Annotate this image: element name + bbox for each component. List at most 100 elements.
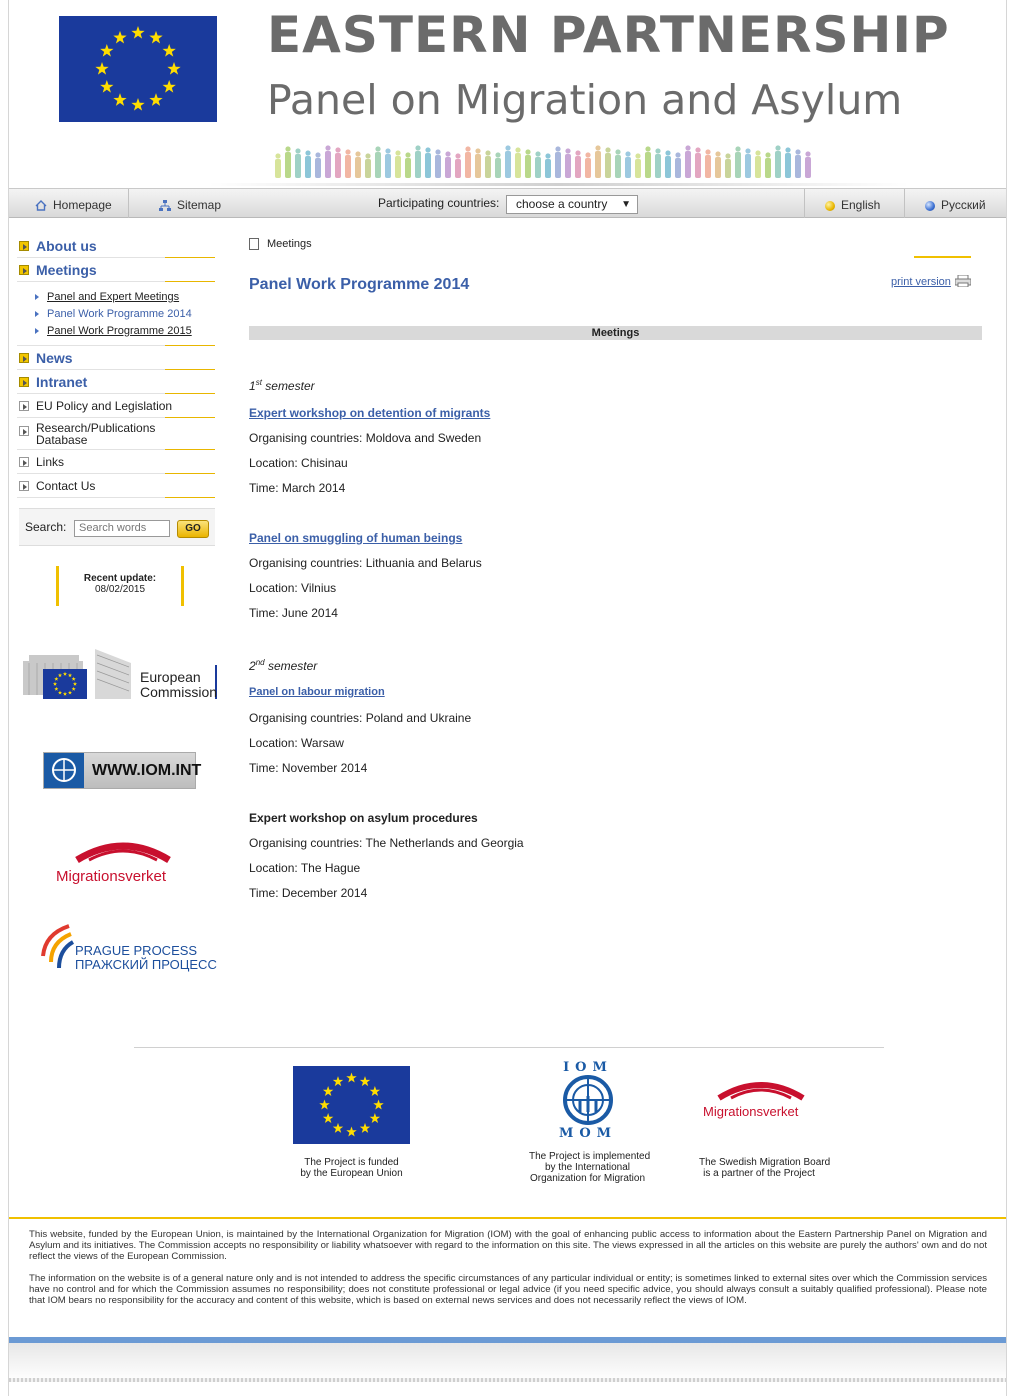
person-silhouette-head bbox=[605, 147, 611, 153]
meeting-location: Location: Chisinau bbox=[249, 456, 348, 470]
sidebar-subitem-work-programme-2014[interactable]: Panel Work Programme 2014 bbox=[17, 306, 215, 323]
iom-website-logo[interactable]: WWW.IOM.INT bbox=[43, 752, 201, 789]
disclaimer-top-border bbox=[9, 1217, 1006, 1219]
meeting-organisers: Organising countries: Lithuania and Bela… bbox=[249, 556, 482, 570]
breadcrumb-accent bbox=[914, 256, 971, 258]
person-silhouette-body bbox=[555, 152, 561, 178]
meeting-link-detention[interactable]: Expert workshop on detention of migrants bbox=[249, 406, 490, 420]
meeting-link-labour[interactable]: Panel on labour migration bbox=[249, 686, 385, 698]
person-silhouette-body bbox=[505, 151, 511, 178]
person-silhouette-body bbox=[565, 154, 571, 178]
person-silhouette-body bbox=[545, 159, 551, 178]
site-title: EASTERN PARTNERSHIP bbox=[267, 6, 950, 64]
country-select[interactable]: choose a country ▼ bbox=[506, 195, 638, 214]
prague-process-logo[interactable]: PRAGUE PROCESS ПРАЖСКИЙ ПРОЦЕСС bbox=[37, 922, 217, 978]
sidebar-item-eu-policy[interactable]: EU Policy and Legislation bbox=[17, 394, 215, 418]
sidebar-item-label: EU Policy and Legislation bbox=[36, 399, 173, 413]
print-version-link[interactable]: print version bbox=[891, 276, 951, 288]
person-silhouette-body bbox=[635, 159, 641, 178]
person-silhouette-head bbox=[545, 153, 551, 159]
footer-divider bbox=[134, 1047, 884, 1048]
bullet-arrow-icon bbox=[19, 426, 29, 436]
sidebar-item-contact-us[interactable]: Contact Us bbox=[17, 474, 215, 498]
page-title: Panel Work Programme 2014 bbox=[249, 276, 470, 293]
person-silhouette-head bbox=[745, 148, 751, 154]
person-silhouette-body bbox=[585, 158, 591, 178]
person-silhouette-body bbox=[485, 156, 491, 178]
iom-top-text: IOM bbox=[563, 1060, 613, 1075]
meeting-link-smuggling[interactable]: Panel on smuggling of human beings bbox=[249, 531, 462, 545]
person-silhouette-head bbox=[665, 150, 671, 156]
footer-migrationsverket-logo[interactable]: Migrationsverket bbox=[699, 1078, 823, 1124]
person-silhouette-head bbox=[595, 145, 601, 151]
sidebar-item-label: Links bbox=[36, 455, 65, 469]
sidebar-item-news[interactable]: News bbox=[17, 346, 215, 370]
footer-eu-flag-logo[interactable] bbox=[293, 1066, 410, 1144]
semester-suffix: nd bbox=[255, 658, 265, 667]
semester-number: 1 bbox=[249, 379, 256, 393]
person-silhouette-head bbox=[475, 148, 481, 154]
sidebar-item-label: Intranet bbox=[36, 374, 88, 390]
breadcrumb: Meetings bbox=[249, 238, 312, 251]
page: EASTERN PARTNERSHIP Panel on Migration a… bbox=[8, 0, 1007, 1396]
person-silhouette-head bbox=[585, 152, 591, 158]
person-silhouette-body bbox=[375, 152, 381, 178]
person-silhouette-head bbox=[715, 151, 721, 157]
person-silhouette-head bbox=[755, 150, 761, 156]
sitemap-link[interactable]: Sitemap bbox=[129, 189, 247, 218]
dropdown-arrow-icon: ▼ bbox=[621, 199, 631, 210]
search-input[interactable]: Search words bbox=[74, 520, 170, 537]
person-silhouette-head bbox=[765, 152, 771, 158]
person-silhouette-body bbox=[295, 154, 301, 178]
sidebar-subitem-work-programme-2015[interactable]: Panel Work Programme 2015 bbox=[17, 323, 215, 340]
meeting-title-asylum: Expert workshop on asylum procedures bbox=[249, 811, 478, 825]
semester-suffix: st bbox=[255, 378, 262, 387]
person-silhouette-body bbox=[785, 153, 791, 178]
person-silhouette-head bbox=[525, 149, 531, 155]
footer-grey-band bbox=[9, 1343, 1006, 1381]
footer-iom-logo[interactable]: IOM MOM bbox=[552, 1060, 624, 1141]
bullet-arrow-icon bbox=[19, 481, 29, 491]
person-silhouette-head bbox=[775, 145, 781, 151]
person-silhouette-body bbox=[455, 159, 461, 178]
person-silhouette-head bbox=[645, 146, 651, 152]
eu-flag-logo[interactable] bbox=[59, 16, 217, 122]
person-silhouette-head bbox=[315, 152, 321, 158]
sidebar-item-research-database[interactable]: Research/Publications Database bbox=[17, 418, 215, 450]
sidebar-item-about-us[interactable]: About us bbox=[17, 234, 215, 258]
semester-word: semester bbox=[267, 659, 318, 673]
iom-caption-line1: The Project is implemented bbox=[529, 1151, 651, 1162]
person-silhouette-body bbox=[465, 152, 471, 178]
person-silhouette-head bbox=[735, 146, 741, 152]
ec-logo-line1: European bbox=[140, 669, 201, 685]
person-silhouette-head bbox=[565, 148, 571, 154]
migrationsverket-caption: The Swedish Migration Board is a partner… bbox=[699, 1157, 830, 1179]
person-silhouette-head bbox=[365, 153, 371, 159]
person-silhouette-head bbox=[375, 146, 381, 152]
language-russian-link[interactable]: Русский bbox=[905, 189, 1006, 218]
sidebar-item-intranet[interactable]: Intranet bbox=[17, 370, 215, 394]
iom-globe-icon bbox=[44, 753, 84, 788]
homepage-link[interactable]: Homepage bbox=[9, 189, 129, 218]
language-english-link[interactable]: English bbox=[804, 189, 905, 218]
sidebar-item-label: News bbox=[36, 350, 73, 366]
site-header: EASTERN PARTNERSHIP Panel on Migration a… bbox=[9, 0, 1006, 188]
breadcrumb-label[interactable]: Meetings bbox=[267, 238, 312, 250]
sidebar-item-meetings[interactable]: Meetings bbox=[17, 258, 215, 282]
migrationsverket-logo[interactable]: Migrationsverket bbox=[53, 838, 193, 890]
european-commission-logo[interactable]: European Commission bbox=[21, 645, 219, 703]
search-go-button[interactable]: GO bbox=[177, 520, 209, 538]
meeting-time: Time: November 2014 bbox=[249, 761, 368, 775]
semester-number: 2 bbox=[249, 659, 256, 673]
person-silhouette-body bbox=[765, 158, 771, 178]
person-silhouette-head bbox=[415, 145, 421, 151]
person-silhouette-head bbox=[655, 148, 661, 154]
person-silhouette-head bbox=[795, 149, 801, 155]
sidebar-item-links[interactable]: Links bbox=[17, 450, 215, 474]
semester-2-heading: 2nd semester bbox=[249, 658, 317, 673]
sidebar-subitem-panel-expert-meetings[interactable]: Panel and Expert Meetings bbox=[17, 289, 215, 306]
iom-caption-line2: by the International bbox=[544, 1162, 631, 1173]
printer-icon[interactable] bbox=[955, 275, 971, 287]
meeting-location: Location: The Hague bbox=[249, 861, 361, 875]
person-silhouette-head bbox=[785, 147, 791, 153]
